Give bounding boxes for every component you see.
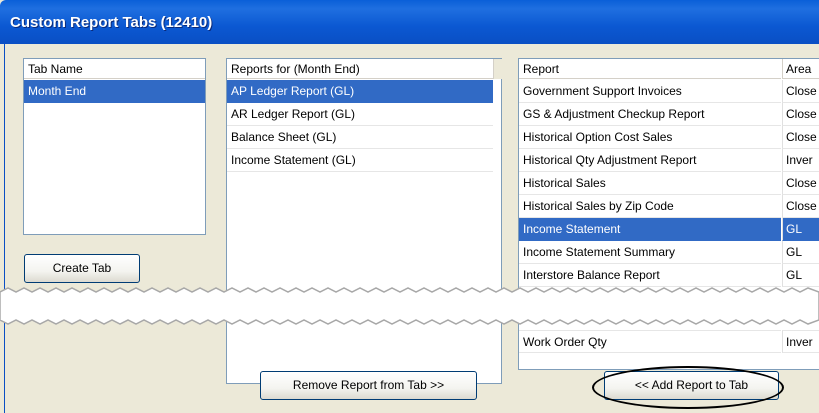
area-cell-text: Close (786, 199, 817, 213)
report-cell: Work Order Qty (523, 335, 607, 349)
list-item[interactable]: AP Ledger Report (GL) (227, 80, 493, 103)
area-cell-text: Close (786, 176, 817, 190)
table-row[interactable]: Historical Qty Adjustment Report (519, 149, 781, 172)
report-header-label: Report (523, 62, 560, 76)
header-scroll-filler (493, 59, 502, 79)
dialog-client-area: Tab Name Month End Create Tab Reports fo… (4, 44, 819, 413)
report-cell: Historical Qty Adjustment Report (523, 153, 697, 167)
report-cell: Income Statement Summary (523, 245, 676, 259)
list-item-label: AP Ledger Report (GL) (231, 84, 355, 98)
area-cell-text: GL (786, 222, 803, 236)
report-cell: Government Support Invoices (523, 84, 682, 98)
remove-report-button[interactable]: Remove Report from Tab >> (260, 371, 477, 400)
area-cell-text: Close (786, 107, 817, 121)
title-bar[interactable]: Custom Report Tabs (12410) (0, 0, 819, 44)
area-cell-text: Inver (786, 335, 813, 349)
table-row[interactable]: GS & Adjustment Checkup Report (519, 103, 781, 126)
area-cell: Close (782, 195, 819, 218)
create-tab-button[interactable]: Create Tab (24, 254, 140, 283)
list-item-label: AR Ledger Report (GL) (231, 107, 356, 121)
callout-ellipse (592, 366, 784, 409)
reports-for-tab-header-label: Reports for (Month End) (231, 62, 360, 76)
area-cell-text: GL (786, 245, 803, 259)
tab-name-column-header[interactable]: Tab Name (24, 59, 205, 79)
table-row-selected[interactable]: Income Statement (519, 218, 781, 241)
tab-list-item-month-end[interactable]: Month End (24, 80, 205, 103)
area-cell: GL (782, 264, 819, 287)
custom-report-tabs-window: Custom Report Tabs (12410) Tab Name Mont… (0, 0, 819, 413)
report-cell: Income Statement (523, 222, 621, 236)
report-cell: GS & Adjustment Checkup Report (523, 107, 705, 121)
area-cell: Close (782, 80, 819, 103)
tab-list-item-label: Month End (28, 84, 87, 98)
table-row[interactable]: Historical Sales (519, 172, 781, 195)
table-row[interactable]: Work Order Qty (519, 330, 781, 353)
area-cell-text: GL (786, 268, 803, 282)
tab-name-header-label: Tab Name (28, 62, 83, 76)
remove-report-button-label: Remove Report from Tab >> (292, 378, 445, 392)
window-title: Custom Report Tabs (12410) (10, 14, 213, 31)
report-column-header[interactable]: Report (519, 59, 781, 79)
area-cell: GL (782, 218, 819, 241)
table-row[interactable]: Government Support Invoices (519, 80, 781, 103)
area-cell-text: Close (786, 130, 817, 144)
area-header-label: Area (786, 62, 812, 76)
report-cell: Historical Option Cost Sales (523, 130, 673, 144)
table-row[interactable]: Income Statement Summary (519, 241, 781, 264)
area-cell-text: Close (786, 84, 817, 98)
reports-for-tab-list[interactable]: Reports for (Month End) AP Ledger Report… (226, 58, 502, 384)
area-cell: Close (782, 103, 819, 126)
report-cell: Interstore Balance Report (523, 268, 660, 282)
table-row[interactable]: Historical Sales by Zip Code (519, 195, 781, 218)
area-column-header[interactable]: Area (782, 59, 819, 79)
area-cell: Close (782, 126, 819, 149)
area-cell-text: Inver (786, 153, 813, 167)
list-item-label: Income Statement (GL) (231, 153, 356, 167)
area-cell: Inver (782, 330, 819, 353)
list-item[interactable]: AR Ledger Report (GL) (227, 103, 493, 126)
list-item-label: Balance Sheet (GL) (231, 130, 337, 144)
torn-edge-break (0, 287, 819, 325)
area-cell: Close (782, 172, 819, 195)
tab-name-list[interactable]: Tab Name Month End (23, 58, 206, 235)
area-cell: GL (782, 241, 819, 264)
table-row[interactable]: Historical Option Cost Sales (519, 126, 781, 149)
report-cell: Historical Sales by Zip Code (523, 199, 674, 213)
list-item[interactable]: Income Statement (GL) (227, 149, 493, 172)
create-tab-button-label: Create Tab (52, 261, 112, 275)
table-row[interactable]: Interstore Balance Report (519, 264, 781, 287)
list-item[interactable]: Balance Sheet (GL) (227, 126, 493, 149)
reports-for-tab-column-header[interactable]: Reports for (Month End) (227, 59, 493, 79)
area-cell: Inver (782, 149, 819, 172)
report-cell: Historical Sales (523, 176, 606, 190)
